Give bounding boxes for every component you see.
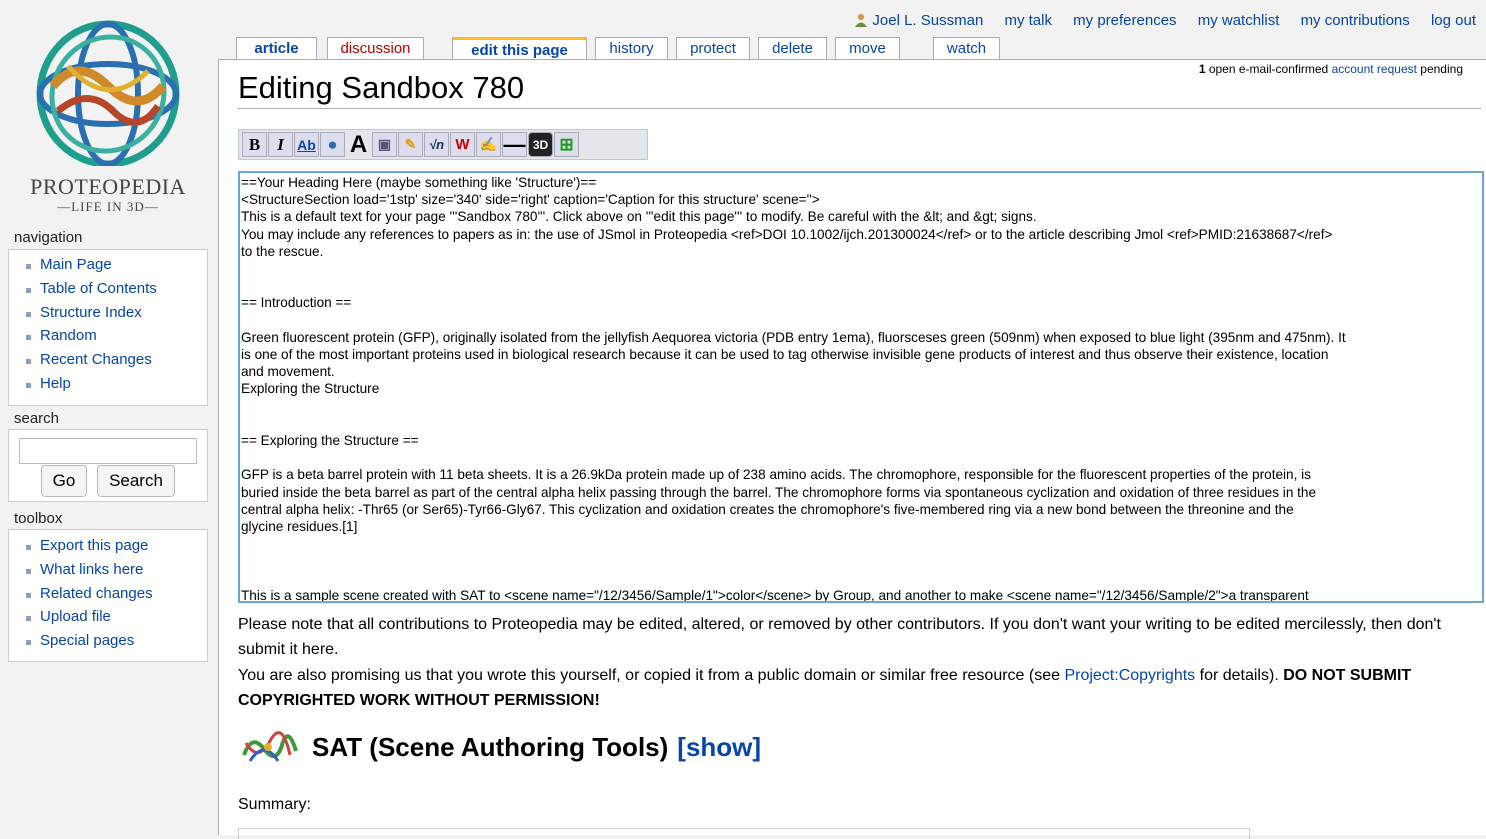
tab-move[interactable]: move — [835, 37, 900, 60]
tab-history[interactable]: history — [595, 37, 668, 60]
contribution-notice: Please note that all contributions to Pr… — [238, 616, 1441, 658]
copyrights-link[interactable]: Project:Copyrights — [1064, 667, 1195, 684]
media-icon[interactable]: ✎ — [398, 132, 423, 157]
toolbox-portlet: Export this page What links here Related… — [8, 529, 208, 662]
sat-title: SAT (Scene Authoring Tools) — [312, 731, 669, 762]
tab-protect[interactable]: protect — [676, 37, 750, 60]
edit-textarea[interactable]: ==Your Heading Here (maybe something lik… — [238, 171, 1484, 603]
nav-item-table-of-contents[interactable]: Table of Contents — [24, 277, 207, 301]
external-link-icon[interactable]: ● — [320, 132, 345, 157]
toolbox-item-upload-file[interactable]: Upload file — [24, 605, 207, 629]
tab-watch[interactable]: watch — [933, 37, 1000, 60]
copyright-text-mid: for details). — [1195, 667, 1284, 684]
search-heading: search — [14, 410, 60, 427]
my-talk-link[interactable]: my talk — [1004, 12, 1052, 29]
notice-text: open e-mail-confirmed — [1205, 62, 1332, 76]
search-input[interactable] — [19, 438, 197, 464]
toolbox-heading: toolbox — [14, 510, 63, 527]
user-icon — [855, 13, 868, 27]
nav-item-structure-index[interactable]: Structure Index — [24, 301, 207, 325]
navigation-portlet: Main Page Table of Contents Structure In… — [8, 249, 208, 406]
heading-button[interactable]: A — [346, 131, 371, 158]
toolbox-item-special-pages[interactable]: Special pages — [24, 629, 207, 653]
notice-suffix: pending — [1416, 62, 1463, 76]
tab-discussion[interactable]: discussion — [327, 37, 424, 60]
search-portlet: Go Search — [8, 429, 208, 502]
logo-tagline: —LIFE IN 3D— — [57, 199, 159, 214]
notice-count: 1 — [1198, 62, 1206, 76]
signature-icon[interactable]: ✍ — [476, 132, 501, 157]
navigation-heading: navigation — [14, 229, 83, 246]
account-request-notice: 1 open e-mail-confirmed account request … — [1199, 62, 1463, 76]
nowiki-button[interactable]: W — [450, 132, 475, 157]
nav-item-help[interactable]: Help — [24, 372, 207, 396]
my-contributions-link[interactable]: my contributions — [1301, 12, 1410, 29]
personal-tools: Joel L. Sussman my talk my preferences m… — [854, 12, 1476, 29]
italic-button[interactable]: I — [268, 132, 293, 157]
title-divider — [238, 108, 1481, 109]
bold-button[interactable]: B — [242, 132, 267, 157]
tab-article[interactable]: article — [236, 37, 317, 60]
account-request-link[interactable]: account request — [1332, 62, 1417, 76]
edit-toolbar: B I Ab ● A ▣ ✎ √n W ✍ — 3D ⊞ — [238, 129, 648, 160]
toolbox-item-what-links-here[interactable]: What links here — [24, 558, 207, 582]
tab-edit-this-page[interactable]: edit this page — [452, 37, 587, 60]
table-icon[interactable]: ⊞ — [554, 132, 579, 157]
image-icon[interactable]: ▣ — [372, 132, 397, 157]
logo-wordmark: PROTEOPEDIA — [30, 174, 186, 199]
scene-3d-button[interactable]: 3D — [528, 132, 553, 157]
proteopedia-globe-icon — [36, 20, 180, 166]
page-title: Editing Sandbox 780 — [238, 70, 525, 105]
site-logo[interactable]: PROTEOPEDIA —LIFE IN 3D— — [8, 16, 208, 221]
link-button[interactable]: Ab — [294, 132, 319, 157]
toolbox-item-related-changes[interactable]: Related changes — [24, 582, 207, 606]
sat-heading: SAT (Scene Authoring Tools) [show] — [238, 725, 761, 769]
copyright-notice: You are also promising us that you wrote… — [238, 663, 1463, 713]
log-out-link[interactable]: log out — [1431, 12, 1476, 29]
copyright-text: You are also promising us that you wrote… — [238, 667, 1065, 684]
search-button[interactable]: Search — [97, 465, 175, 497]
math-button[interactable]: √n — [424, 132, 449, 157]
my-preferences-link[interactable]: my preferences — [1073, 12, 1176, 29]
content-area: 1 open e-mail-confirmed account request … — [218, 59, 1486, 839]
tab-delete[interactable]: delete — [758, 37, 827, 60]
nav-item-random[interactable]: Random — [24, 324, 207, 348]
toolbox-item-export[interactable]: Export this page — [24, 534, 207, 558]
nav-item-recent-changes[interactable]: Recent Changes — [24, 348, 207, 372]
user-link[interactable]: Joel L. Sussman — [854, 12, 987, 29]
protein-structure-icon — [242, 731, 298, 762]
horizontal-rule-button[interactable]: — — [502, 132, 527, 157]
summary-label: Summary: — [238, 796, 311, 813]
sat-show-link[interactable]: [show] — [677, 732, 761, 763]
nav-item-main-page[interactable]: Main Page — [24, 253, 207, 277]
go-button[interactable]: Go — [41, 465, 87, 497]
my-watchlist-link[interactable]: my watchlist — [1198, 12, 1280, 29]
